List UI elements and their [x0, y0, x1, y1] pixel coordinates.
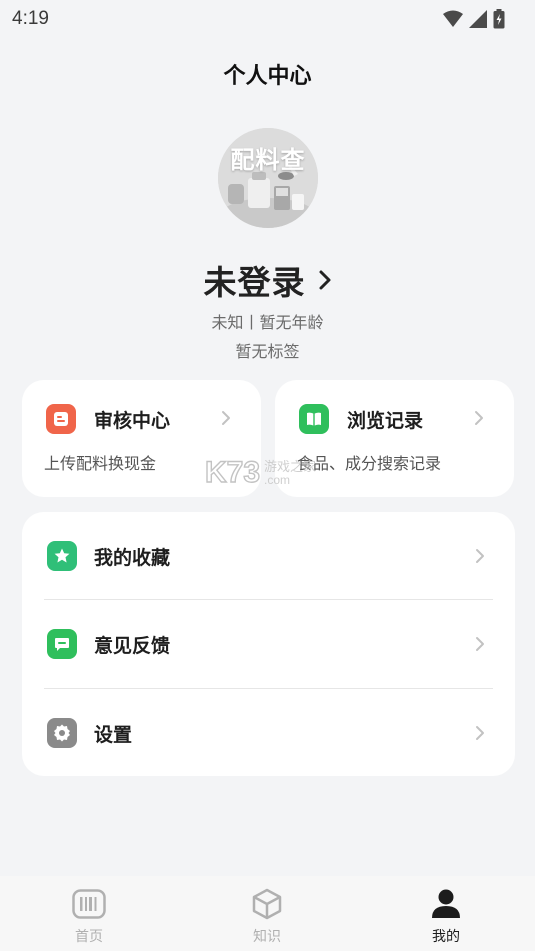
gear-icon	[47, 718, 77, 748]
signal-icon	[469, 10, 487, 28]
tab-label-mine: 我的	[432, 929, 460, 945]
cube-icon	[252, 888, 282, 920]
book-icon	[299, 404, 329, 434]
tab-label-knowledge: 知识	[253, 929, 281, 945]
tab-home[interactable]: 首页	[44, 876, 134, 951]
tab-knowledge[interactable]: 知识	[222, 876, 312, 951]
avatar-text: 配料查	[230, 146, 306, 174]
user-meta: 未知丨暂无年龄	[211, 313, 324, 332]
menu-item-feedback[interactable]: 意见反馈	[22, 600, 515, 688]
status-bar: 4:19	[0, 0, 535, 38]
user-icon	[432, 889, 460, 918]
status-icons	[443, 9, 505, 29]
review-center-title: 审核中心	[94, 409, 171, 432]
menu-card: 我的收藏 意见反馈 设置	[22, 512, 515, 776]
status-time: 4:19	[12, 8, 49, 29]
barcode-icon	[72, 889, 106, 919]
chevron-right-icon	[319, 270, 330, 290]
chevron-right-icon	[222, 411, 230, 425]
watermark-com: .com	[264, 472, 291, 487]
wifi-icon	[443, 10, 463, 27]
menu-item-favorites[interactable]: 我的收藏	[22, 512, 515, 600]
watermark-cn: 游戏之家	[264, 459, 317, 475]
menu-item-settings[interactable]: 设置	[22, 689, 515, 777]
avatar[interactable]: 配料查	[218, 128, 318, 228]
menu-label-settings: 设置	[94, 723, 133, 746]
tab-mine[interactable]: 我的	[401, 876, 491, 951]
review-center-subtitle: 上传配料换现金	[44, 454, 157, 473]
chevron-right-icon	[475, 411, 483, 425]
login-link[interactable]: 未登录	[0, 256, 535, 304]
page-title: 个人中心	[223, 64, 312, 89]
battery-icon	[493, 9, 505, 29]
user-tags: 暂无标签	[235, 342, 300, 361]
browse-history-subtitle: 食品、成分搜索记录	[297, 454, 442, 473]
user-name: 未登录	[203, 263, 306, 302]
upload-icon	[46, 404, 76, 434]
feedback-icon	[47, 629, 77, 659]
chevron-right-icon	[476, 637, 484, 651]
chevron-right-icon	[476, 549, 484, 563]
menu-label-favorites: 我的收藏	[94, 546, 171, 569]
watermark-k73: K73	[204, 455, 261, 489]
tab-label-home: 首页	[75, 929, 103, 945]
chevron-right-icon	[476, 726, 484, 740]
browse-history-title: 浏览记录	[347, 409, 424, 432]
tab-bar: 首页 知识 我的	[0, 876, 535, 951]
menu-label-feedback: 意见反馈	[94, 634, 171, 657]
star-icon	[47, 541, 77, 571]
watermark-logo: K73 游戏之家 .com	[204, 455, 317, 490]
